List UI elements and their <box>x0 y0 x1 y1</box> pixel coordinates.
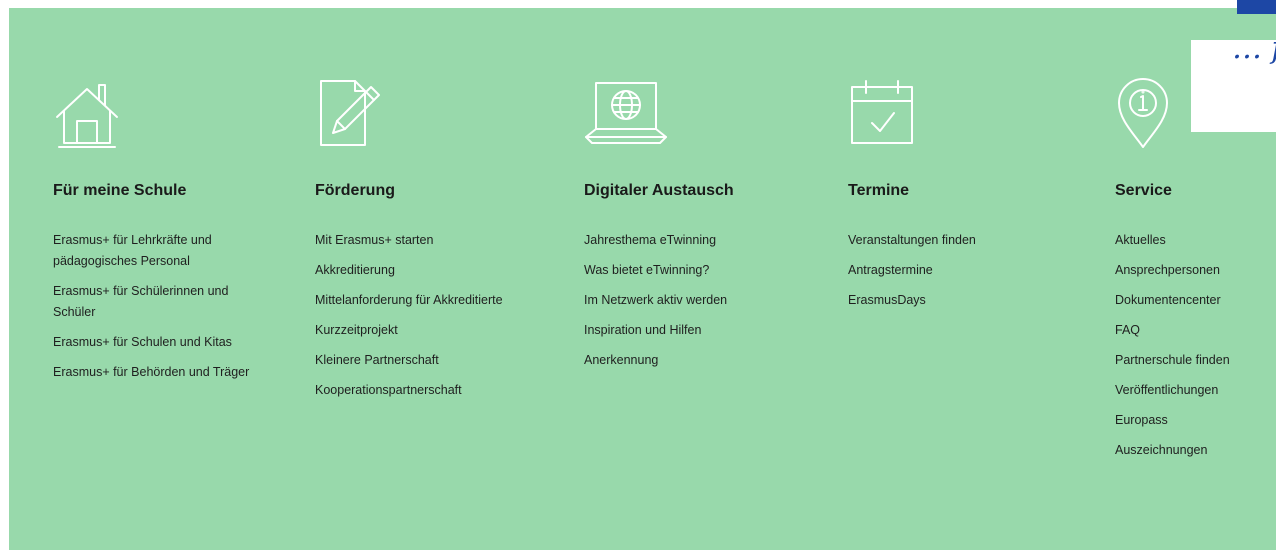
link-list: Jahresthema eTwinning Was bietet eTwinni… <box>584 230 727 380</box>
laptop-globe-icon <box>584 77 668 149</box>
brand-bar <box>1237 0 1276 14</box>
nav-link[interactable]: Partnerschule finden <box>1115 350 1230 371</box>
column-title: Digitaler Austausch <box>584 182 734 199</box>
nav-link[interactable]: Erasmus+ für Lehrkräfte und pädagogische… <box>53 230 263 272</box>
nav-link[interactable]: Mit Erasmus+ starten <box>315 230 503 251</box>
nav-link[interactable]: Dokumentencenter <box>1115 290 1230 311</box>
nav-link[interactable]: Erasmus+ für Schülerinnen und Schüler <box>53 281 263 323</box>
nav-link[interactable]: Anerkennung <box>584 350 727 371</box>
link-list: Aktuelles Ansprechpersonen Dokumentencen… <box>1115 230 1230 470</box>
link-list: Mit Erasmus+ starten Akkreditierung Mitt… <box>315 230 503 410</box>
nav-link[interactable]: Mittelanforderung für Akkreditierte <box>315 290 503 311</box>
nav-link[interactable]: Inspiration und Hilfen <box>584 320 727 341</box>
nav-link[interactable]: Europass <box>1115 410 1230 431</box>
column-title: Termine <box>848 182 910 199</box>
link-list: Veranstaltungen finden Antragstermine Er… <box>848 230 976 320</box>
nav-link[interactable]: Kurzzeitprojekt <box>315 320 503 341</box>
column-title: Service <box>1115 182 1172 199</box>
nav-link[interactable]: Erasmus+ für Schulen und Kitas <box>53 332 263 353</box>
nav-link[interactable]: ErasmusDays <box>848 290 976 311</box>
nav-link[interactable]: Im Netzwerk aktiv werden <box>584 290 727 311</box>
house-icon <box>53 77 121 149</box>
nav-link[interactable]: Aktuelles <box>1115 230 1230 251</box>
brand-text: … f <box>1232 31 1276 66</box>
nav-link[interactable]: Veröffentlichungen <box>1115 380 1230 401</box>
footer-nav-panel: Für meine Schule Erasmus+ für Lehrkräfte… <box>9 8 1276 550</box>
nav-link[interactable]: FAQ <box>1115 320 1230 341</box>
link-list: Erasmus+ für Lehrkräfte und pädagogische… <box>53 230 263 392</box>
nav-link[interactable]: Kooperationspartnerschaft <box>315 380 503 401</box>
nav-link[interactable]: Jahresthema eTwinning <box>584 230 727 251</box>
column-title: Förderung <box>315 182 395 199</box>
nav-link[interactable]: Ansprechpersonen <box>1115 260 1230 281</box>
nav-link[interactable]: Erasmus+ für Behörden und Träger <box>53 362 263 383</box>
nav-link[interactable]: Kleinere Partnerschaft <box>315 350 503 371</box>
nav-link[interactable]: Antragstermine <box>848 260 976 281</box>
nav-link[interactable]: Was bietet eTwinning? <box>584 260 727 281</box>
column-title: Für meine Schule <box>53 182 187 199</box>
location-info-icon <box>1115 77 1171 149</box>
nav-link[interactable]: Auszeichnungen <box>1115 440 1230 461</box>
document-pencil-icon <box>315 77 383 149</box>
nav-link[interactable]: Veranstaltungen finden <box>848 230 976 251</box>
calendar-check-icon <box>848 77 916 149</box>
nav-link[interactable]: Akkreditierung <box>315 260 503 281</box>
